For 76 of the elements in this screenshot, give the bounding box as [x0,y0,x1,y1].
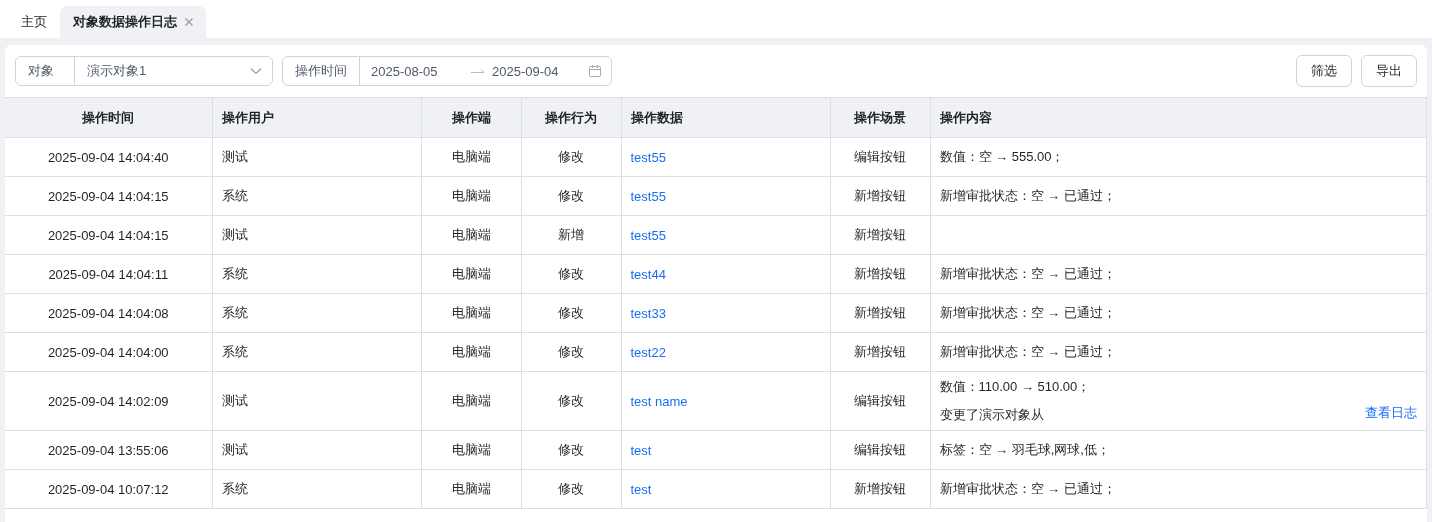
client-cell: 电脑端 [421,293,521,333]
client-cell: 电脑端 [421,332,521,372]
action-cell: 修改 [521,332,621,372]
data-link[interactable]: test [630,481,652,497]
content-text: 新增审批状态：空 → 已通过； [939,265,1116,283]
time-cell: 2025-09-04 14:04:40 [5,137,212,177]
action-cell: 修改 [521,430,621,470]
close-icon[interactable] [185,18,193,26]
user-cell: 系统 [212,332,421,372]
data-link[interactable]: test name [630,393,688,409]
client-cell: 电脑端 [421,215,521,255]
action-cell: 修改 [521,293,621,333]
content-text: 新增审批状态：空 → 已通过； [939,187,1116,205]
scene-cell: 新增按钮 [830,254,930,294]
scene-cell: 编辑按钮 [830,371,930,431]
view-log-link[interactable]: 查看日志 [1365,404,1417,430]
data-link[interactable]: test44 [630,266,666,282]
scene-cell: 新增按钮 [830,332,930,372]
time-cell: 2025-09-04 14:04:15 [5,215,212,255]
user-cell: 测试 [212,430,421,470]
data-link[interactable]: test55 [630,188,666,204]
time-cell: 2025-09-04 14:04:00 [5,332,212,372]
scene-cell: 新增按钮 [830,176,930,216]
content-text: 新增审批状态：空 → 已通过； [939,304,1116,322]
content-text: 数值：空 → 555.00； [939,148,1065,166]
user-cell: 系统 [212,293,421,333]
column-header: 操作内容 [930,97,1427,138]
column-header: 操作用户 [212,97,421,138]
content-text: 新增审批状态：空 → 已通过； [939,343,1116,361]
data-link[interactable]: test [630,442,652,458]
scene-cell: 新增按钮 [830,215,930,255]
client-cell: 电脑端 [421,469,521,509]
time-cell: 2025-09-04 10:07:12 [5,469,212,509]
time-cell: 2025-09-04 13:55:06 [5,430,212,470]
action-cell: 修改 [521,254,621,294]
column-header: 操作数据 [621,97,830,138]
column-header: 操作端 [421,97,521,138]
toolbar-button[interactable]: 筛选 [1296,55,1352,87]
time-cell: 2025-09-04 14:04:15 [5,176,212,216]
scene-cell: 新增按钮 [830,469,930,509]
client-cell: 电脑端 [421,371,521,431]
content-text: 变更了演示对象从 [939,406,1045,424]
user-cell: 系统 [212,469,421,509]
data-link[interactable]: test55 [630,149,666,165]
user-cell: 系统 [212,176,421,216]
client-cell: 电脑端 [421,137,521,177]
column-header: 操作时间 [5,97,212,138]
client-cell: 电脑端 [421,254,521,294]
action-cell: 修改 [521,176,621,216]
toolbar-button[interactable]: 导出 [1361,55,1417,87]
time-cell: 2025-09-04 14:04:11 [5,254,212,294]
time-cell: 2025-09-04 14:02:09 [5,371,212,431]
column-header: 操作场景 [830,97,930,138]
content-text: 数值：110.00 → 510.00； [939,378,1091,396]
column-header: 操作行为 [521,97,621,138]
client-cell: 电脑端 [421,176,521,216]
data-link[interactable]: test33 [630,305,666,321]
data-link[interactable]: test22 [630,344,666,360]
action-cell: 修改 [521,371,621,431]
scene-cell: 编辑按钮 [830,430,930,470]
content-text: 标签：空 → 羽毛球,网球,低； [939,441,1110,459]
scene-cell: 新增按钮 [830,293,930,333]
user-cell: 系统 [212,254,421,294]
time-cell: 2025-09-04 14:04:08 [5,293,212,333]
client-cell: 电脑端 [421,430,521,470]
action-cell: 新增 [521,215,621,255]
content-text: 新增审批状态：空 → 已通过； [939,480,1116,498]
user-cell: 测试 [212,137,421,177]
user-cell: 测试 [212,371,421,431]
scene-cell: 编辑按钮 [830,137,930,177]
action-cell: 修改 [521,469,621,509]
action-cell: 修改 [521,137,621,177]
tab[interactable]: 对象数据操作日志 [60,6,206,38]
tab[interactable]: 主页 [8,6,60,38]
user-cell: 测试 [212,215,421,255]
data-link[interactable]: test55 [630,227,666,243]
